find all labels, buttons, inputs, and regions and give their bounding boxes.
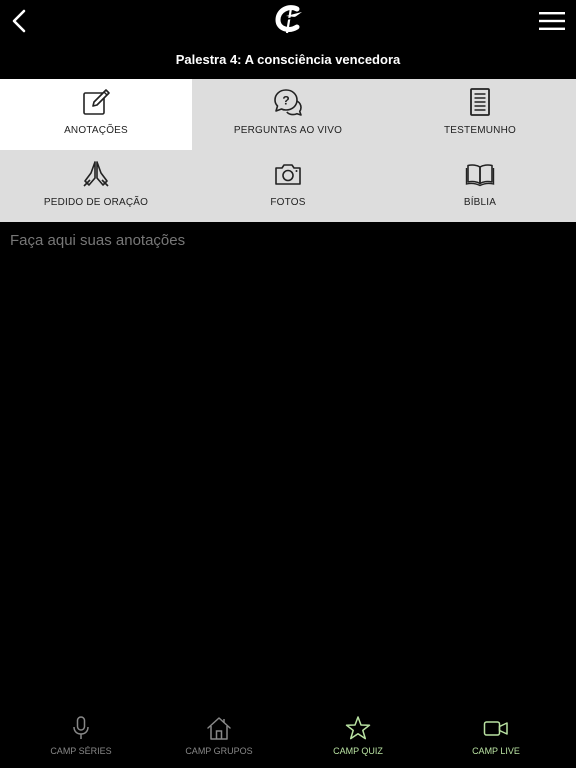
edit-note-icon [83, 89, 110, 115]
tile-label: BÍBLIA [463, 197, 497, 208]
app-logo [275, 5, 302, 34]
svg-text:?: ? [282, 94, 289, 108]
notes-textarea[interactable] [0, 222, 576, 702]
tab-label: CAMP GRUPOS [185, 746, 253, 756]
page-title: Palestra 4: A consciência vencedora [175, 52, 401, 67]
tile-label: FOTOS [270, 197, 306, 208]
hamburger-menu-icon[interactable] [538, 10, 566, 32]
video-camera-icon [483, 721, 508, 736]
tab-label: CAMP SÉRIES [50, 746, 112, 756]
chat-question-icon: ? [274, 89, 302, 116]
tile-label: TESTEMUNHO [444, 125, 516, 136]
feature-grid: ANOTAÇÕES ? PERGUNTAS AO VIVO TESTEMUNHO… [0, 79, 576, 222]
open-book-icon [465, 164, 495, 187]
tile-label: PEDIDO DE ORAÇÃO [43, 197, 149, 208]
tile-anotacoes[interactable]: ANOTAÇÕES [0, 79, 192, 150]
tile-label: ANOTAÇÕES [64, 125, 128, 136]
tile-biblia[interactable]: BÍBLIA [384, 151, 576, 222]
praying-hands-icon [83, 161, 109, 187]
tile-pedido-de-oracao[interactable]: PEDIDO DE ORAÇÃO [0, 151, 192, 222]
tab-label: CAMP LIVE [472, 746, 520, 756]
tab-camp-live[interactable]: CAMP LIVE [424, 705, 568, 768]
tile-label: PERGUNTAS AO VIVO [233, 125, 343, 136]
tile-perguntas-ao-vivo[interactable]: ? PERGUNTAS AO VIVO [192, 79, 384, 150]
top-bar [0, 0, 576, 40]
back-chevron-icon[interactable] [8, 8, 32, 34]
tab-camp-grupos[interactable]: CAMP GRUPOS [147, 705, 291, 768]
star-icon [345, 716, 371, 740]
tab-label: CAMP QUIZ [333, 746, 383, 756]
tile-fotos[interactable]: FOTOS [192, 151, 384, 222]
home-icon [207, 717, 231, 740]
tab-camp-quiz[interactable]: CAMP QUIZ [286, 705, 430, 768]
tab-camp-series[interactable]: CAMP SÉRIES [9, 705, 153, 768]
tile-testemunho[interactable]: TESTEMUNHO [384, 79, 576, 150]
document-icon [470, 88, 490, 116]
microphone-icon [73, 716, 89, 739]
camera-icon [275, 164, 301, 185]
bottom-tab-bar: CAMP SÉRIES CAMP GRUPOS CAMP QUIZ CAMP L… [0, 705, 576, 768]
